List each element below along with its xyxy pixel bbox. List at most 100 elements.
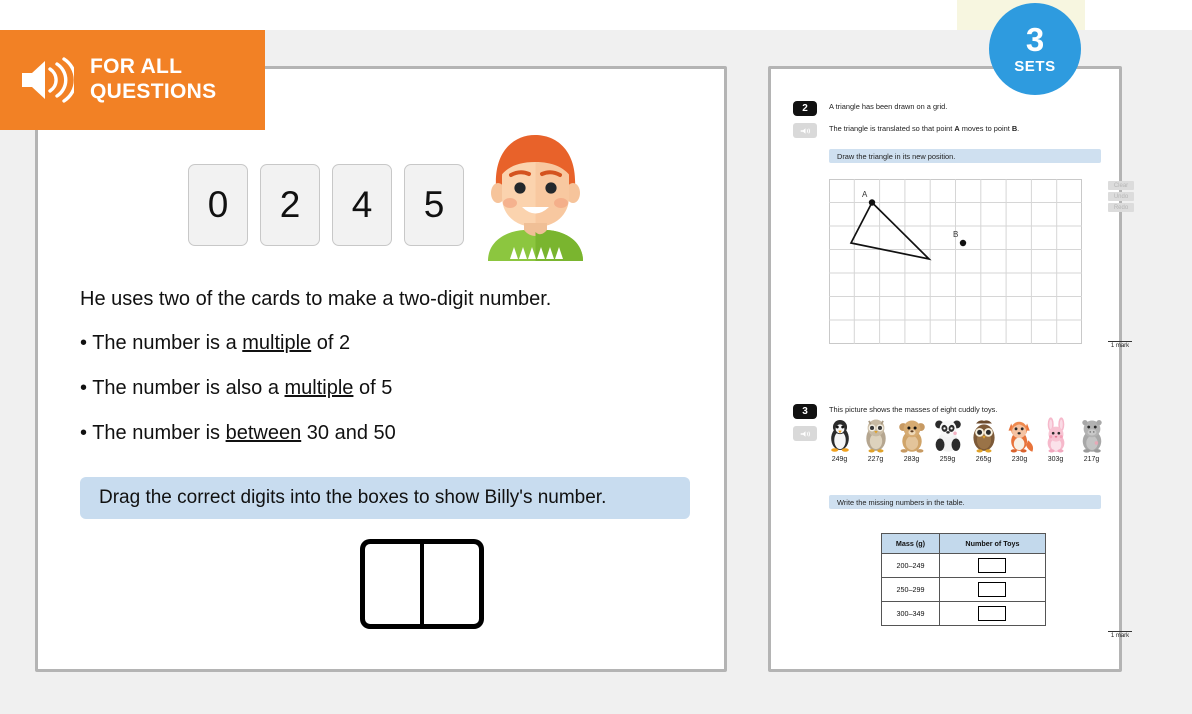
- question-3-number: 3: [793, 404, 817, 419]
- question-2-line-1: A triangle has been drawn on a grid.: [829, 102, 948, 111]
- question-2-instruction-text: Draw the triangle in its new position.: [837, 151, 956, 161]
- speaker-icon: [18, 55, 78, 105]
- table-row: 300–349: [881, 601, 1047, 626]
- svg-text:B: B: [953, 230, 958, 239]
- question-2-number: 2: [793, 101, 817, 116]
- drag-instruction-bar: Drag the correct digits into the boxes t…: [80, 477, 690, 519]
- grid-tool-buttons: Clear Undo Redo: [1108, 181, 1134, 214]
- banner-text: FOR ALL QUESTIONS: [90, 55, 216, 105]
- toy-item: 283g: [895, 417, 928, 463]
- count-cell[interactable]: [938, 577, 1047, 602]
- sets-badge[interactable]: 3 SETS: [989, 3, 1081, 95]
- question-2-mark: 1 mark: [1108, 341, 1132, 349]
- banner-line-1: FOR ALL: [90, 55, 183, 79]
- toy-item: 303g: [1039, 417, 1072, 463]
- answer-boxes: [360, 539, 484, 629]
- banner-line-2: QUESTIONS: [90, 80, 217, 103]
- condition-text-post: of 5: [353, 377, 393, 399]
- worksheet-screen: FOR ALL QUESTIONS 3 SETS 0 2 4 5 He uses…: [0, 0, 1192, 714]
- drag-instruction-text: Drag the correct digits into the boxes t…: [99, 487, 607, 508]
- panda-icon: [934, 420, 961, 452]
- rabbit-icon: [1047, 417, 1064, 453]
- brown-owl-icon: [972, 420, 995, 453]
- q2-line2-pre: The triangle is translated so that point: [829, 124, 955, 133]
- hippo-icon: [1081, 420, 1102, 453]
- toy-item: 265g: [967, 417, 1000, 463]
- answer-box-tens[interactable]: [360, 539, 422, 629]
- count-input-box[interactable]: [978, 606, 1007, 621]
- mass-range: 300–349: [881, 601, 940, 626]
- grid-svg: A B: [829, 179, 1082, 344]
- digit-cards: 0 2 4 5: [188, 164, 464, 246]
- triangle-grid[interactable]: A B: [829, 179, 1082, 344]
- question-conditions: • The number is a multiple of 2 • The nu…: [80, 332, 680, 467]
- table-header-row: Mass (g) Number of Toys: [881, 533, 1047, 554]
- q2-line2-mid: moves to point: [959, 124, 1012, 133]
- table-header-count: Number of Toys: [938, 533, 1047, 554]
- boy-avatar: [478, 131, 593, 261]
- penguin-icon: [830, 420, 849, 452]
- condition-text-pre: • The number is: [80, 422, 226, 444]
- condition-keyword: multiple: [284, 377, 354, 399]
- svg-text:A: A: [862, 190, 868, 199]
- condition-text-pre: • The number is a: [80, 332, 243, 354]
- count-cell[interactable]: [938, 601, 1047, 626]
- q2-line2-post: .: [1017, 124, 1020, 133]
- toy-mass: 249g: [831, 456, 848, 463]
- toy-mass: 265g: [975, 456, 992, 463]
- question-3-mark: 1 mark: [1108, 631, 1132, 639]
- toy-mass: 217g: [1083, 456, 1100, 463]
- answer-box-ones[interactable]: [422, 539, 484, 629]
- toy-item: 217g: [1075, 417, 1108, 463]
- toy-item: 249g: [823, 417, 856, 463]
- question-stem: He uses two of the cards to make a two-d…: [80, 288, 552, 310]
- digit-card[interactable]: 0: [188, 164, 248, 246]
- sets-badge-label: SETS: [1014, 58, 1056, 75]
- condition-item: • The number is a multiple of 2: [80, 332, 680, 355]
- condition-keyword: between: [225, 422, 302, 444]
- undo-button[interactable]: Undo: [1108, 192, 1134, 201]
- question-3-line-1: This picture shows the masses of eight c…: [829, 405, 998, 414]
- cuddly-toys-row: 249g 227g 283g 259g 265g 230g 303g 217g: [823, 417, 1108, 463]
- condition-text-post: of 2: [311, 332, 351, 354]
- toy-mass: 227g: [867, 456, 884, 463]
- count-input-box[interactable]: [978, 582, 1007, 597]
- toy-mass: 283g: [903, 456, 920, 463]
- question-3-audio-button[interactable]: [793, 426, 817, 441]
- toy-mass: 230g: [1011, 456, 1028, 463]
- question-2-audio-button[interactable]: [793, 123, 817, 138]
- table-row: 250–299: [881, 577, 1047, 602]
- question-3-instruction-bar: Write the missing numbers in the table.: [829, 495, 1101, 509]
- condition-item: • The number is also a multiple of 5: [80, 377, 680, 400]
- toy-item: 230g: [1003, 417, 1036, 463]
- mass-range: 250–299: [881, 577, 940, 602]
- toy-item: 227g: [859, 417, 892, 463]
- right-worksheet-panel: 2 A triangle has been drawn on a grid. T…: [768, 66, 1134, 672]
- digit-card[interactable]: 2: [260, 164, 320, 246]
- fox-icon: [1008, 421, 1033, 453]
- clear-button[interactable]: Clear: [1108, 181, 1134, 190]
- question-2-line-2: The triangle is translated so that point…: [829, 124, 1019, 133]
- teddy-bear-icon: [898, 420, 925, 453]
- count-cell[interactable]: [938, 553, 1047, 578]
- mass-range: 200–249: [881, 553, 940, 578]
- toy-item: 259g: [931, 417, 964, 463]
- left-worksheet-panel: 0 2 4 5 He uses two of the cards to make…: [35, 66, 727, 672]
- count-input-box[interactable]: [978, 558, 1007, 573]
- digit-card[interactable]: 4: [332, 164, 392, 246]
- question-3-instruction-text: Write the missing numbers in the table.: [837, 497, 965, 507]
- question-2-instruction-bar: Draw the triangle in its new position.: [829, 149, 1101, 163]
- sets-badge-number: 3: [1025, 21, 1045, 58]
- table-row: 200–249: [881, 553, 1047, 578]
- digit-card[interactable]: 5: [404, 164, 464, 246]
- condition-item: • The number is between 30 and 50: [80, 422, 680, 445]
- top-white-band-right: [1085, 0, 1192, 30]
- grey-owl-icon: [865, 419, 886, 453]
- toy-mass: 303g: [1047, 456, 1064, 463]
- redo-button[interactable]: Redo: [1108, 203, 1134, 212]
- condition-keyword: multiple: [242, 332, 312, 354]
- table-header-mass: Mass (g): [881, 533, 940, 554]
- toy-mass: 259g: [939, 456, 956, 463]
- condition-text-pre: • The number is also a: [80, 377, 285, 399]
- for-all-questions-banner[interactable]: FOR ALL QUESTIONS: [0, 30, 265, 130]
